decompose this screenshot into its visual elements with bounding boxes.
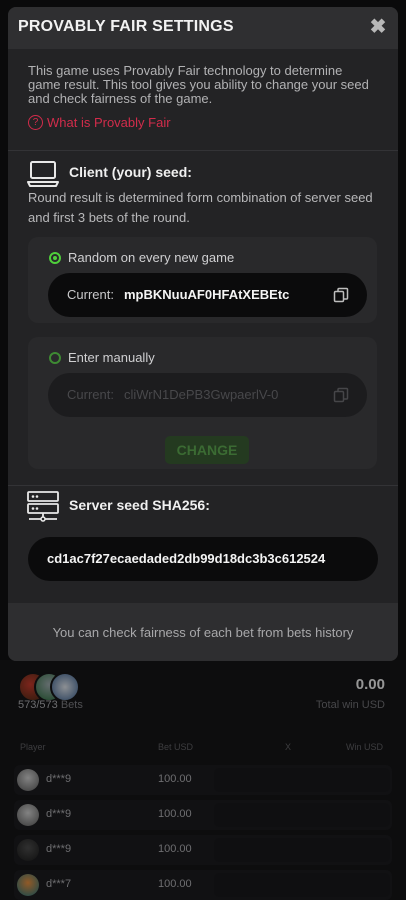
modal-title: PROVABLY FAIR SETTINGS	[18, 18, 234, 35]
client-seed-description: Round result is determined form combinat…	[28, 190, 373, 225]
change-seed-button[interactable]: CHANGE	[165, 436, 249, 464]
manual-seed-input[interactable]: Current: cliWrN1DePB3GwpaerlV-0	[48, 373, 367, 417]
server-seed-value: cd1ac7f27ecaedaded2db99d18dc3b3c612524	[47, 551, 326, 566]
what-is-provably-fair-link[interactable]: ? What is Provably Fair	[28, 115, 171, 130]
laptop-icon	[27, 161, 59, 187]
help-link-label: What is Provably Fair	[47, 115, 171, 130]
random-seed-field: Current: mpBKNuuAF0HFAtXEBEtc	[48, 273, 367, 317]
client-seed-title: Client (your) seed:	[69, 164, 192, 180]
server-icon	[27, 491, 59, 522]
question-icon: ?	[28, 115, 43, 130]
manual-seed-value: cliWrN1DePB3GwpaerlV-0	[124, 387, 279, 402]
random-seed-label: Random on every new game	[68, 250, 235, 265]
copy-icon[interactable]	[333, 287, 349, 303]
intro-text: This game uses Provably Fair technology …	[28, 63, 369, 106]
manual-seed-radio[interactable]	[49, 352, 61, 364]
current-label: Current:	[67, 287, 114, 302]
copy-icon[interactable]	[333, 387, 349, 403]
server-seed-field: cd1ac7f27ecaedaded2db99d18dc3b3c612524	[28, 537, 378, 581]
modal-footer: You can check fairness of each bet from …	[8, 603, 398, 661]
fairness-hint: You can check fairness of each bet from …	[52, 625, 354, 640]
manual-seed-label: Enter manually	[68, 350, 155, 365]
modal-header: PROVABLY FAIR SETTINGS ✖	[8, 7, 398, 49]
close-icon[interactable]: ✖	[368, 17, 388, 37]
random-seed-radio[interactable]	[49, 252, 61, 264]
divider	[8, 150, 398, 151]
divider	[8, 485, 398, 486]
server-seed-title: Server seed SHA256:	[69, 497, 210, 513]
provably-fair-modal: PROVABLY FAIR SETTINGS ✖ This game uses …	[8, 7, 398, 661]
current-seed-value: mpBKNuuAF0HFAtXEBEtc	[124, 287, 290, 302]
random-seed-option[interactable]: Random on every new game Current: mpBKNu…	[28, 237, 377, 323]
current-label: Current:	[67, 387, 114, 402]
